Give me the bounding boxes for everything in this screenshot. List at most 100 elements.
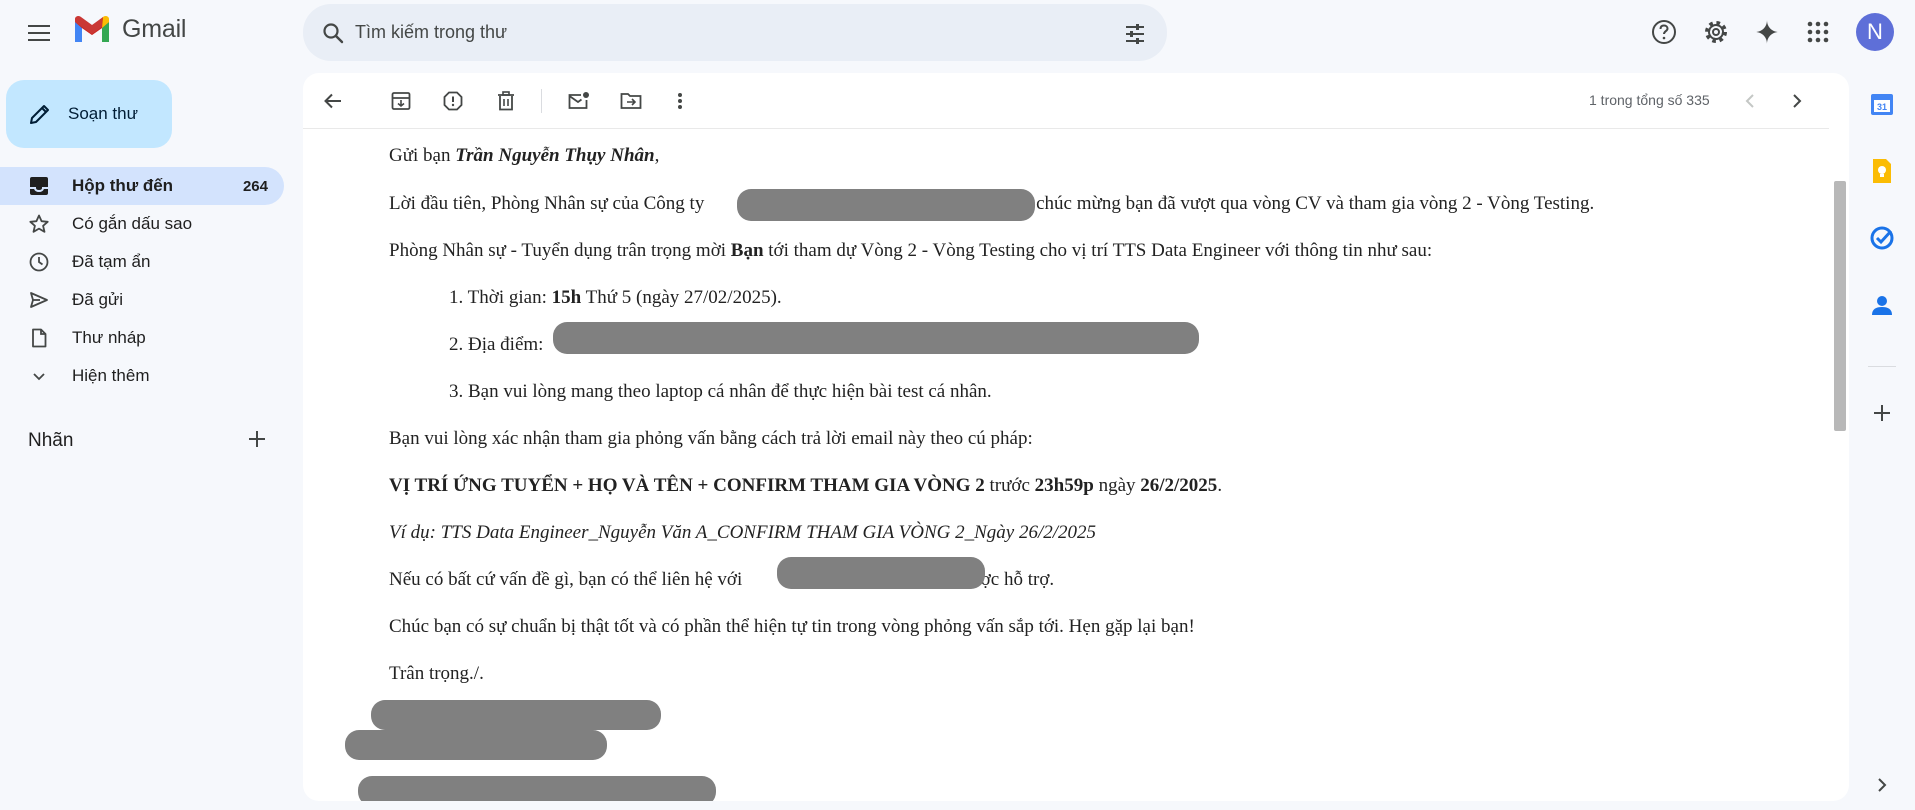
settings-button[interactable] [1696, 12, 1736, 52]
message-scrollbar[interactable] [1834, 181, 1846, 431]
report-spam-button[interactable] [439, 87, 467, 115]
svg-text:31: 31 [1877, 102, 1887, 112]
apps-grid-icon [1807, 21, 1829, 43]
paragraph-example: Ví dụ: TTS Data Engineer_Nguyễn Văn A_CO… [389, 522, 1096, 544]
paragraph-syntax: VỊ TRÍ ỨNG TUYỂN + HỌ VÀ TÊN + CONFIRM T… [389, 475, 1222, 497]
redacted-contact [777, 557, 985, 589]
gemini-button[interactable] [1747, 12, 1787, 52]
clock-icon [28, 252, 50, 272]
contacts-app-button[interactable] [1866, 289, 1898, 321]
show-side-panel-button[interactable] [1866, 769, 1898, 801]
sign-off: Trân trọng./. [389, 663, 484, 684]
greeting: Gửi bạn Trần Nguyễn Thụy Nhân, [389, 145, 659, 167]
sidebar-item-starred[interactable]: Có gắn dấu sao [0, 205, 284, 243]
time-label: Thời gian: [467, 287, 552, 308]
sidebar-item-label: Đã gửi [72, 290, 124, 309]
spam-icon [443, 91, 463, 111]
top-bar: Gmail Tìm kiếm trong thư N [0, 0, 1915, 64]
older-button[interactable] [1783, 87, 1811, 115]
redacted-signature-phone [358, 776, 716, 801]
star-icon [28, 214, 50, 234]
contacts-icon [1872, 296, 1892, 315]
search-icon[interactable] [321, 21, 345, 45]
get-addons-button[interactable] [1866, 397, 1898, 429]
syntax-format: VỊ TRÍ ỨNG TUYỂN + HỌ VÀ TÊN + CONFIRM T… [389, 475, 985, 496]
pagination-count: 1 trong tổng số 335 [1589, 92, 1710, 108]
deadline-date: 26/2/2025 [1140, 475, 1218, 496]
list-number: 1. [449, 287, 464, 308]
move-to-button[interactable] [617, 87, 645, 115]
archive-button[interactable] [387, 87, 415, 115]
side-panel-divider [1868, 366, 1896, 367]
keep-icon [1873, 159, 1891, 183]
delete-button[interactable] [492, 87, 520, 115]
message-toolbar: 1 trong tổng số 335 [303, 73, 1829, 129]
list-item-location: 2. Địa điểm: [449, 334, 543, 356]
message-panel: 1 trong tổng số 335 Gửi bạn Trần Nguyễn … [303, 73, 1849, 801]
search-options-icon[interactable] [1123, 22, 1147, 46]
greeting-prefix: Gửi bạn [389, 145, 456, 166]
move-to-folder-icon [620, 93, 642, 109]
google-apps-button[interactable] [1798, 12, 1838, 52]
more-vert-icon [678, 93, 682, 109]
list-number: 3. [449, 381, 464, 402]
plus-icon [249, 431, 265, 447]
account-avatar[interactable]: N [1856, 13, 1894, 51]
pencil-icon [30, 105, 49, 124]
back-button[interactable] [319, 87, 347, 115]
trash-icon [498, 91, 514, 111]
sidebar-item-label: Đã tạm ẩn [72, 252, 151, 271]
sidebar-item-inbox[interactable]: Hộp thư đến 264 [0, 167, 284, 205]
invitation-prefix: Phòng Nhân sự - Tuyển dụng trân trọng mờ… [389, 240, 731, 261]
gmail-logo[interactable]: Gmail [72, 14, 186, 44]
redacted-signature-name [371, 700, 661, 730]
compose-button[interactable]: Soạn thư [6, 80, 172, 148]
sidebar-nav: Hộp thư đến 264 Có gắn dấu sao Đã tạm ẩn… [0, 167, 284, 395]
labels-heading: Nhãn [28, 430, 74, 451]
plus-icon [1874, 405, 1890, 421]
mark-unread-button[interactable] [565, 87, 593, 115]
sidebar-item-drafts[interactable]: Thư nháp [0, 319, 284, 357]
sparkle-icon [1755, 20, 1779, 44]
more-actions-button[interactable] [666, 87, 694, 115]
chevron-left-icon [1745, 94, 1754, 108]
mark-unread-icon [568, 92, 589, 109]
greeting-suffix: , [654, 145, 660, 166]
calendar-app-button[interactable]: 31 [1866, 88, 1898, 120]
deadline-time: 23h59p [1034, 475, 1094, 496]
recipient-name: Trần Nguyễn Thụy Nhân [455, 145, 655, 166]
arrow-left-icon [324, 93, 341, 109]
sidebar-item-label: Có gắn dấu sao [72, 214, 193, 233]
list-number: 2. [449, 334, 464, 355]
sidebar-item-snoozed[interactable]: Đã tạm ẩn [0, 243, 284, 281]
search-input[interactable] [355, 4, 1095, 61]
create-label-button[interactable] [248, 430, 266, 453]
paragraph-invitation: Phòng Nhân sự - Tuyển dụng trân trọng mờ… [389, 240, 1432, 262]
syntax-before: trước [984, 475, 1035, 496]
list-item-laptop: 3. Bạn vui lòng mang theo laptop cá nhân… [449, 381, 992, 403]
gmail-m-icon [75, 15, 109, 42]
gear-icon [1705, 21, 1727, 43]
invitation-suffix: tới tham dự Vòng 2 - Vòng Testing cho vị… [763, 240, 1433, 261]
tasks-app-button[interactable] [1866, 222, 1898, 254]
main-menu-button[interactable] [22, 20, 56, 44]
support-button[interactable] [1644, 12, 1684, 52]
example-text: Ví dụ: TTS Data Engineer_Nguyễn Văn A_CO… [389, 522, 1096, 543]
redacted-location [553, 322, 1199, 354]
draft-icon [28, 328, 50, 348]
chevron-right-icon [1878, 778, 1887, 792]
sidebar-item-label: Hộp thư đến [72, 176, 174, 195]
compose-label: Soạn thư [68, 104, 138, 123]
calendar-icon: 31 [1871, 94, 1893, 115]
unread-count: 264 [242, 177, 268, 195]
help-icon [1652, 20, 1676, 44]
contact-prefix: Nếu có bất cứ vấn đề gì, bạn có thể liên… [389, 569, 743, 590]
keep-app-button[interactable] [1866, 155, 1898, 187]
sidebar-item-more[interactable]: Hiện thêm [0, 357, 284, 395]
paragraph-confirm: Bạn vui lòng xác nhận tham gia phỏng vấn… [389, 428, 1033, 449]
newer-button[interactable] [1736, 87, 1764, 115]
invitation-bold: Bạn [730, 240, 764, 261]
tasks-icon [1870, 226, 1894, 250]
sidebar-item-sent[interactable]: Đã gửi [0, 281, 284, 319]
toolbar-divider [541, 89, 542, 113]
